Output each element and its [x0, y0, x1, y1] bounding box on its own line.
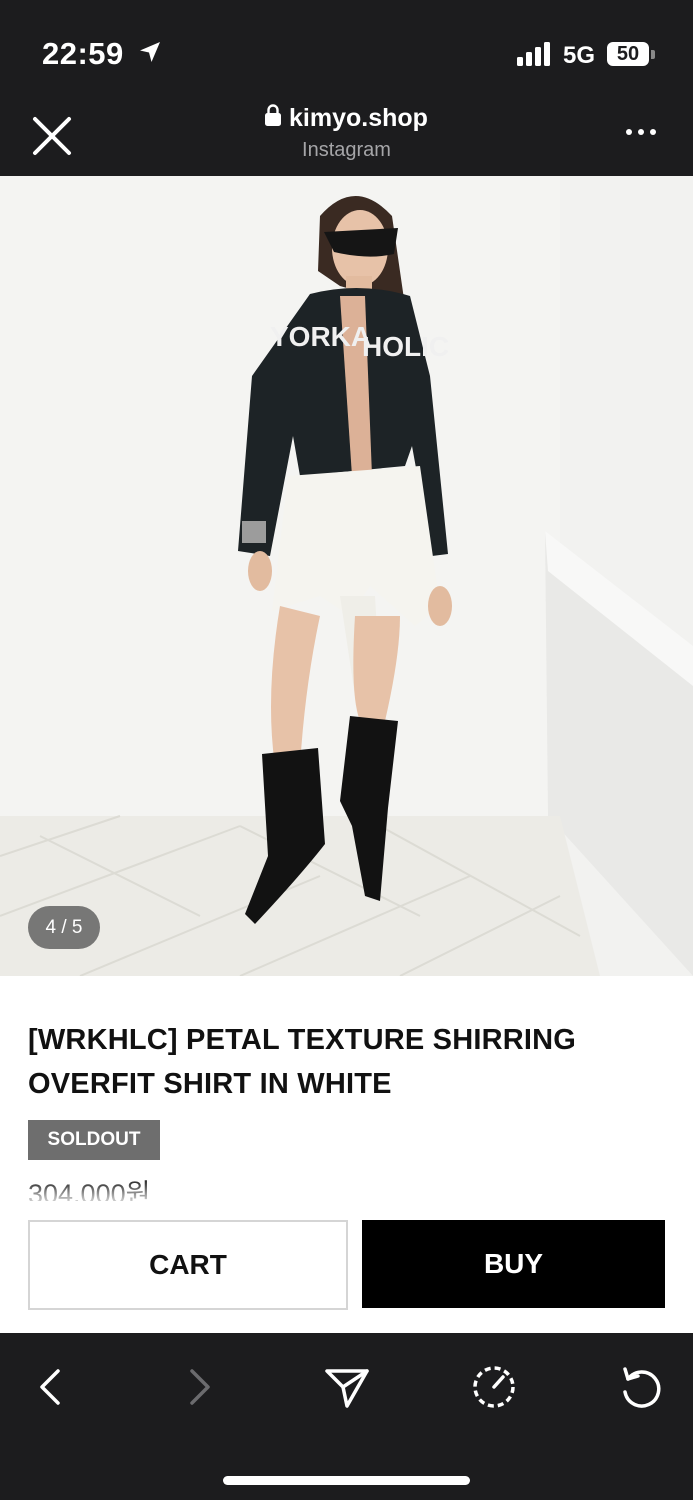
network-type: 5G [563, 42, 596, 69]
url-source: Instagram [302, 139, 391, 161]
status-bar: 22:59 5G 50 [0, 0, 693, 100]
product-photo-illustration: YORKA HOLIC [0, 176, 693, 976]
product-image[interactable]: YORKA HOLIC 4 / 5 [0, 176, 693, 976]
cart-button[interactable]: CART [28, 1220, 348, 1310]
product-title-line1: [WRKHLC] PETAL TEXTURE SHIRRING [28, 1024, 577, 1056]
speed-button[interactable] [466, 1359, 522, 1415]
product-title-line2: OVERFIT SHIRT IN WHITE [28, 1068, 392, 1100]
reload-icon [623, 1367, 661, 1408]
url-domain: kimyo.shop [289, 104, 428, 132]
svg-text:YORKA: YORKA [270, 321, 371, 352]
product-page: YORKA HOLIC 4 / 5 [WRKHLC] PETAL TEXTURE… [0, 176, 693, 1333]
back-button[interactable] [24, 1359, 80, 1415]
soldout-badge: SOLDOUT [28, 1120, 160, 1160]
signal-bars-icon [517, 42, 553, 71]
browser-header: kimyo.shop Instagram [0, 100, 693, 176]
chevron-left-icon [40, 1369, 60, 1405]
purchase-action-bar: CART BUY [0, 1201, 693, 1333]
send-icon [325, 1369, 369, 1408]
share-button[interactable] [319, 1359, 375, 1415]
url-display[interactable]: kimyo.shop Instagram [0, 104, 693, 162]
location-arrow-icon [138, 40, 162, 69]
battery-tip [651, 50, 655, 59]
reload-button[interactable] [613, 1359, 669, 1415]
more-button[interactable] [624, 120, 660, 144]
lock-icon [265, 104, 282, 133]
image-counter: 4 / 5 [28, 906, 100, 949]
browser-toolbar [0, 1333, 693, 1500]
battery-indicator: 50 [607, 42, 649, 66]
status-time: 22:59 [42, 36, 124, 71]
more-dots-icon [626, 129, 656, 135]
speedometer-icon [473, 1366, 515, 1408]
buy-button[interactable]: BUY [362, 1220, 665, 1308]
product-title: [WRKHLC] PETAL TEXTURE SHIRRING OVERFIT … [28, 1018, 668, 1106]
svg-text:HOLIC: HOLIC [362, 331, 449, 362]
chevron-right-icon [190, 1369, 210, 1405]
forward-button[interactable] [172, 1359, 228, 1415]
home-indicator[interactable] [223, 1476, 470, 1485]
